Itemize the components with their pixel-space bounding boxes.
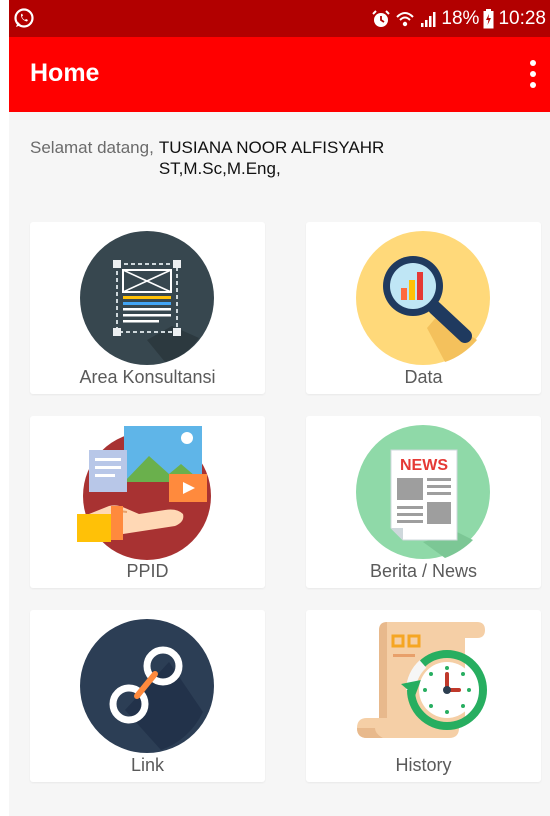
newspaper-icon: NEWS bbox=[356, 425, 490, 559]
welcome-message: Selamat datang, TUSIANA NOOR ALFISYAHR S… bbox=[30, 137, 419, 179]
user-name: TUSIANA NOOR ALFISYAHR ST,M.Sc,M.Eng, bbox=[158, 138, 385, 178]
menu-card-label: Data bbox=[404, 367, 443, 387]
app-bar: Home bbox=[9, 37, 550, 112]
menu-card-label: Area Konsultansi bbox=[79, 367, 216, 387]
menu-card-label: Link bbox=[130, 755, 165, 775]
menu-card-berita-news[interactable]: NEWS Berita / News bbox=[306, 416, 541, 588]
scroll-clock-icon bbox=[357, 622, 487, 738]
svg-text:NEWS: NEWS bbox=[400, 457, 448, 474]
menu-card-label: History bbox=[395, 755, 452, 775]
more-vert-icon[interactable] bbox=[522, 57, 544, 91]
whatsapp-icon bbox=[14, 8, 34, 28]
menu-card-label: PPID bbox=[126, 561, 169, 581]
battery-icon bbox=[483, 9, 494, 29]
menu-card-label: Berita / News bbox=[369, 561, 478, 581]
menu-card-ppid[interactable]: PPID bbox=[30, 416, 265, 588]
welcome-prefix: Selamat datang, bbox=[30, 138, 154, 157]
info-presentation-icon bbox=[77, 426, 211, 560]
chain-link-icon bbox=[80, 619, 214, 753]
app-screen: 18% 10:28 Home Selamat datang, TUSIANA N… bbox=[9, 0, 550, 816]
status-bar: 18% 10:28 bbox=[9, 0, 550, 37]
battery-percentage: 18% bbox=[441, 8, 480, 29]
clock: 10:28 bbox=[498, 8, 546, 29]
alarm-icon bbox=[372, 10, 391, 27]
menu-card-link[interactable]: Link bbox=[30, 610, 265, 782]
document-frame-icon bbox=[80, 231, 214, 365]
page-title: Home bbox=[30, 59, 100, 87]
menu-card-area-konsultansi[interactable]: Area Konsultansi bbox=[30, 222, 265, 394]
wifi-icon bbox=[396, 12, 415, 27]
magnifier-chart-icon bbox=[356, 231, 490, 365]
menu-card-data[interactable]: Data bbox=[306, 222, 541, 394]
signal-icon bbox=[421, 12, 436, 27]
menu-card-history[interactable]: History bbox=[306, 610, 541, 782]
